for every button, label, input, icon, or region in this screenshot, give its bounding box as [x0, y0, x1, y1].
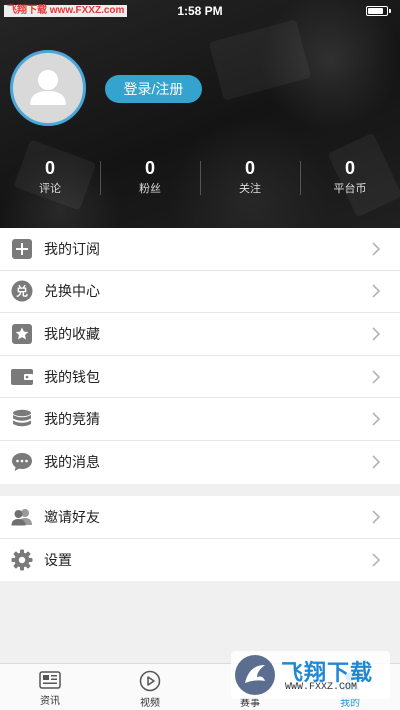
background-decoration	[208, 19, 312, 101]
chat-bubble-icon	[11, 451, 33, 473]
menu-item-label: 我的收藏	[44, 325, 100, 342]
user-silhouette-icon	[30, 70, 66, 105]
watermark-url: WWW.FXXZ.COM	[285, 682, 358, 693]
battery-icon	[366, 6, 391, 16]
chevron-right-icon	[372, 327, 381, 341]
plus-square-icon	[11, 238, 33, 260]
menu-item-label: 我的钱包	[44, 368, 100, 385]
menu-item-label: 我的订阅	[44, 240, 100, 257]
profile-header: 飞翔下载 www.FXXZ.com 1:58 PM 登录/注册 0 评论 0 粉…	[0, 0, 400, 228]
tab-video[interactable]: 视频	[100, 664, 200, 710]
tab-label: 资讯	[40, 696, 60, 707]
watermark-logo-icon	[235, 655, 275, 695]
menu-item-label: 设置	[44, 551, 72, 568]
svg-text:兑: 兑	[16, 284, 28, 299]
tab-label: 视频	[140, 698, 160, 709]
menu-item-settings[interactable]: 设置	[0, 539, 400, 582]
chevron-right-icon	[372, 510, 381, 524]
login-register-button[interactable]: 登录/注册	[105, 75, 202, 103]
stat-following[interactable]: 0 关注	[200, 157, 300, 197]
menu-item-favorites[interactable]: 我的收藏	[0, 313, 400, 356]
status-time: 1:58 PM	[177, 4, 223, 18]
menu-item-subscriptions[interactable]: 我的订阅	[0, 228, 400, 271]
star-icon	[11, 323, 33, 345]
stat-label: 粉丝	[139, 183, 161, 195]
stat-platform-coins[interactable]: 0 平台币	[300, 157, 400, 197]
chevron-right-icon	[372, 370, 381, 384]
friends-icon	[11, 506, 33, 528]
gear-icon	[11, 549, 33, 571]
menu-group-secondary: 邀请好友 设置	[0, 496, 400, 582]
stat-value: 0	[44, 158, 55, 178]
menu-item-label: 兑换中心	[44, 283, 100, 300]
tab-news[interactable]: 资讯	[0, 664, 100, 710]
play-icon	[139, 670, 161, 692]
stat-value: 0	[344, 158, 355, 178]
menu-item-messages[interactable]: 我的消息	[0, 441, 400, 484]
stat-label: 关注	[239, 183, 261, 195]
stat-value: 0	[144, 158, 155, 178]
stat-value: 0	[244, 158, 255, 178]
status-bar: 飞翔下载 www.FXXZ.com 1:58 PM	[0, 0, 400, 22]
stat-comments[interactable]: 0 评论	[0, 157, 100, 197]
chevron-right-icon	[372, 455, 381, 469]
exchange-icon: 兑	[11, 280, 33, 302]
menu-item-guessing[interactable]: 我的竞猜	[0, 398, 400, 441]
menu-item-label: 邀请好友	[44, 508, 100, 525]
stat-label: 平台币	[333, 183, 367, 195]
wallet-icon	[11, 366, 33, 388]
menu-group-main: 我的订阅 兑 兑换中心 我的收藏 我的钱包 我的竞猜 我的消息	[0, 228, 400, 484]
chevron-right-icon	[372, 242, 381, 256]
coin-stack-icon	[11, 408, 33, 430]
menu-item-label: 我的消息	[44, 454, 100, 471]
news-icon	[39, 671, 61, 689]
stat-fans[interactable]: 0 粉丝	[100, 157, 200, 197]
stat-label: 评论	[39, 183, 61, 195]
chevron-right-icon	[372, 412, 381, 426]
menu-item-wallet[interactable]: 我的钱包	[0, 356, 400, 399]
chevron-right-icon	[372, 553, 381, 567]
avatar[interactable]	[10, 50, 86, 126]
menu-item-label: 我的竞猜	[44, 411, 100, 428]
menu-item-invite-friends[interactable]: 邀请好友	[0, 496, 400, 539]
chevron-right-icon	[372, 284, 381, 298]
stats-bar: 0 评论 0 粉丝 0 关注 0 平台币	[0, 157, 400, 197]
watermark-overlay: 飞翔下载 WWW.FXXZ.COM	[231, 651, 390, 699]
menu-item-exchange-center[interactable]: 兑 兑换中心	[0, 271, 400, 314]
